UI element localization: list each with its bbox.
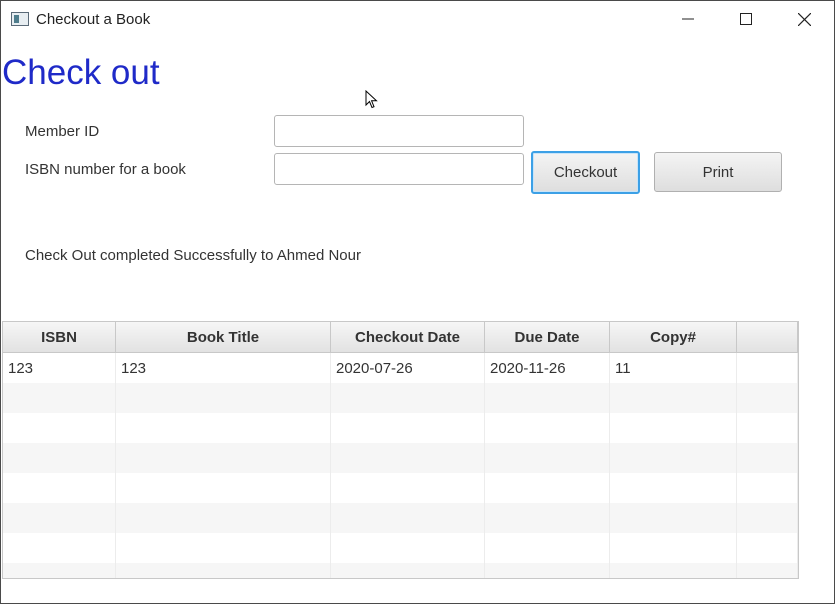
member-id-label: Member ID: [25, 123, 100, 140]
cell-checkout-date: 2020-07-26: [331, 353, 485, 383]
column-header-book-title[interactable]: Book Title: [116, 322, 331, 353]
cell-due-date: 2020-11-26: [485, 353, 610, 383]
empty-table-row: [3, 563, 798, 578]
cell-isbn: 123: [3, 353, 116, 383]
minimize-icon: [682, 18, 694, 20]
cell-copy: 11: [610, 353, 737, 383]
empty-table-row: [3, 503, 798, 533]
close-button[interactable]: [775, 1, 833, 37]
app-window: Checkout a Book Check out Member ID ISBN…: [0, 0, 835, 604]
empty-table-row: [3, 473, 798, 503]
isbn-input[interactable]: [274, 153, 524, 185]
checkout-table[interactable]: ISBN Book Title Checkout Date Due Date C…: [2, 321, 799, 579]
app-icon: [11, 12, 29, 26]
column-header-copy[interactable]: Copy#: [610, 322, 737, 353]
empty-table-row: [3, 533, 798, 563]
member-id-input[interactable]: [274, 115, 524, 147]
maximize-icon: [740, 13, 752, 25]
page-title: Check out: [2, 53, 160, 92]
column-header-due-date[interactable]: Due Date: [485, 322, 610, 353]
minimize-button[interactable]: [659, 1, 717, 37]
isbn-label: ISBN number for a book: [25, 161, 186, 178]
column-header-isbn[interactable]: ISBN: [3, 322, 116, 353]
title-bar[interactable]: Checkout a Book: [1, 1, 834, 37]
mouse-cursor-icon: [365, 90, 378, 109]
close-icon: [797, 12, 811, 26]
maximize-button[interactable]: [717, 1, 775, 37]
window-title: Checkout a Book: [36, 11, 151, 28]
column-header-filler: [737, 322, 798, 353]
cell-filler: [737, 353, 798, 383]
status-message: Check Out completed Successfully to Ahme…: [25, 247, 361, 264]
print-button[interactable]: Print: [654, 152, 782, 192]
column-header-checkout-date[interactable]: Checkout Date: [331, 322, 485, 353]
empty-table-row: [3, 443, 798, 473]
table-row[interactable]: 123 123 2020-07-26 2020-11-26 11: [3, 353, 798, 383]
cell-book-title: 123: [116, 353, 331, 383]
empty-table-row: [3, 413, 798, 443]
table-header: ISBN Book Title Checkout Date Due Date C…: [3, 322, 798, 353]
checkout-button[interactable]: Checkout: [531, 151, 640, 194]
empty-table-row: [3, 383, 798, 413]
